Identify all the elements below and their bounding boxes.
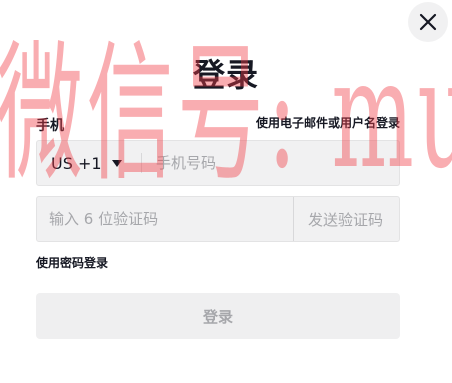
verification-code-input[interactable] xyxy=(37,196,293,242)
phone-label: 手机 xyxy=(36,118,64,134)
dialog-title: 登录 xyxy=(192,56,259,94)
country-code-select[interactable]: US +1 xyxy=(37,141,141,185)
login-button[interactable]: 登录 xyxy=(36,293,400,339)
verification-field-group: 发送验证码 xyxy=(36,196,400,242)
phone-number-input[interactable] xyxy=(142,140,399,186)
caret-down-icon xyxy=(111,159,122,167)
email-username-login-link[interactable]: 使用电子邮件或用户名登录 xyxy=(256,114,400,131)
password-login-link[interactable]: 使用密码登录 xyxy=(36,254,108,271)
phone-field-group: US +1 xyxy=(36,140,400,186)
close-icon xyxy=(419,13,437,31)
close-button[interactable] xyxy=(408,2,448,42)
send-code-button[interactable]: 发送验证码 xyxy=(292,197,399,241)
country-code-value: US +1 xyxy=(51,153,102,173)
